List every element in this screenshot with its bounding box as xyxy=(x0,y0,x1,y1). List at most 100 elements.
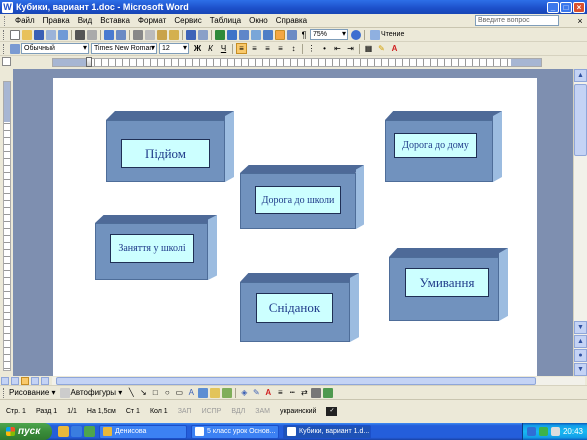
autoshapes-menu[interactable]: Автофигуры ▾ xyxy=(71,388,123,397)
research-icon[interactable] xyxy=(116,29,126,40)
status-ovr[interactable]: ЗАМ xyxy=(255,408,270,415)
language-indicator-icon[interactable] xyxy=(526,427,536,436)
folder-icon[interactable] xyxy=(58,426,69,437)
ruler-track[interactable] xyxy=(52,58,542,67)
help-question-input[interactable]: Введите вопрос xyxy=(475,15,559,26)
open-icon[interactable] xyxy=(22,29,32,40)
line-color-icon[interactable]: ✎ xyxy=(251,388,261,397)
styles-pane-icon[interactable] xyxy=(10,43,20,54)
word-app-icon[interactable]: W xyxy=(2,1,13,13)
block-doroha-do-domu[interactable]: Дорога до дому xyxy=(385,111,502,182)
print-icon[interactable] xyxy=(75,29,85,40)
line-icon[interactable]: ╲ xyxy=(126,388,136,397)
zoom-select[interactable]: 75% xyxy=(310,29,348,40)
spelling-status-icon[interactable]: ✓ xyxy=(326,407,338,416)
minimize-button[interactable]: _ xyxy=(547,1,559,13)
scroll-up-button[interactable]: ▲ xyxy=(574,69,587,82)
align-left-button[interactable]: ≡ xyxy=(236,43,247,54)
clock[interactable]: 20:43 xyxy=(563,427,583,436)
highlight-button[interactable]: ✎ xyxy=(376,43,387,54)
block-pidiom[interactable]: Підйом xyxy=(106,111,234,182)
menu-insert[interactable]: Вставка xyxy=(96,16,134,25)
print-preview-icon[interactable] xyxy=(87,29,97,40)
diagram-icon[interactable] xyxy=(198,387,209,398)
numbering-button[interactable]: ⋮ xyxy=(306,43,317,54)
decrease-indent-button[interactable]: ⇤ xyxy=(332,43,343,54)
wordart-icon[interactable]: A xyxy=(186,388,196,397)
block-label[interactable]: Умивання xyxy=(405,268,489,297)
task-button-denysova[interactable]: Денисова xyxy=(99,424,187,439)
copy-icon[interactable] xyxy=(145,29,155,40)
vertical-ruler-track[interactable] xyxy=(3,81,11,371)
vertical-scrollbar[interactable]: ▲ ▼ ▲ ● ▼ xyxy=(573,69,587,376)
columns-icon[interactable] xyxy=(263,29,273,40)
internet-explorer-icon[interactable] xyxy=(71,426,82,437)
paste-icon[interactable] xyxy=(157,29,167,40)
normal-view-button[interactable] xyxy=(1,376,9,385)
toolbar-grip[interactable] xyxy=(3,29,6,40)
drawing-menu[interactable]: Рисование ▾ xyxy=(9,388,56,397)
read-button[interactable]: Чтение xyxy=(369,29,404,40)
tab-selector[interactable] xyxy=(2,57,11,66)
next-page-button[interactable]: ▼ xyxy=(574,363,587,376)
close-button[interactable]: × xyxy=(573,1,585,13)
horizontal-scroll-thumb[interactable] xyxy=(56,376,536,385)
scroll-thumb[interactable] xyxy=(574,84,587,156)
drawing-icon[interactable] xyxy=(275,29,285,40)
toolbar-grip[interactable] xyxy=(3,43,6,54)
status-trk[interactable]: ИСПР xyxy=(202,408,222,415)
status-language[interactable]: украинский xyxy=(280,408,317,415)
menu-help[interactable]: Справка xyxy=(272,16,311,25)
insert-excel-icon[interactable] xyxy=(251,29,261,40)
font-select[interactable]: Times New Roman xyxy=(91,43,157,54)
maximize-button[interactable]: □ xyxy=(560,1,572,13)
horizontal-ruler[interactable] xyxy=(0,56,587,69)
block-umyvannia[interactable]: Умивання xyxy=(389,248,508,321)
style-select[interactable]: Обычный xyxy=(21,43,89,54)
text-box-icon[interactable]: ▭ xyxy=(174,388,184,397)
block-label[interactable]: Сніданок xyxy=(256,293,333,323)
borders-button[interactable]: ▦ xyxy=(363,43,374,54)
format-painter-icon[interactable] xyxy=(169,29,179,40)
line-style-icon[interactable]: ≡ xyxy=(275,388,285,397)
font-size-select[interactable]: 12 xyxy=(159,43,189,54)
menu-grip[interactable] xyxy=(4,15,7,26)
italic-button[interactable]: К xyxy=(205,43,216,54)
3d-style-icon[interactable] xyxy=(323,387,334,398)
media-player-icon[interactable] xyxy=(84,426,95,437)
menu-file[interactable]: Файл xyxy=(11,16,39,25)
new-document-icon[interactable] xyxy=(10,29,20,40)
print-layout-view-button[interactable] xyxy=(21,376,29,385)
email-icon[interactable] xyxy=(58,29,68,40)
status-rec[interactable]: ЗАП xyxy=(178,408,192,415)
help-icon[interactable] xyxy=(351,29,361,40)
font-color-icon[interactable]: A xyxy=(263,388,273,397)
shadow-icon[interactable] xyxy=(311,387,322,398)
menu-view[interactable]: Вид xyxy=(74,16,96,25)
dash-style-icon[interactable]: ┅ xyxy=(287,388,297,397)
undo-icon[interactable] xyxy=(186,29,196,40)
vertical-ruler[interactable] xyxy=(0,69,13,376)
block-label[interactable]: Підйом xyxy=(121,139,210,168)
task-button-lesson[interactable]: 5 класс урок Основ... xyxy=(191,424,279,439)
tables-borders-icon[interactable] xyxy=(227,29,237,40)
align-right-button[interactable]: ≡ xyxy=(262,43,273,54)
arrow-icon[interactable]: ↘ xyxy=(138,388,148,397)
block-label[interactable]: Дорога до школи xyxy=(255,186,341,214)
rectangle-icon[interactable]: □ xyxy=(150,388,160,397)
document-map-icon[interactable] xyxy=(287,29,297,40)
block-zaniattia[interactable]: Заняття у школі xyxy=(95,215,217,280)
save-icon[interactable] xyxy=(34,29,44,40)
clip-art-icon[interactable] xyxy=(210,387,221,398)
justify-button[interactable]: ≡ xyxy=(275,43,286,54)
increase-indent-button[interactable]: ⇥ xyxy=(345,43,356,54)
bullets-button[interactable]: • xyxy=(319,43,330,54)
permission-icon[interactable] xyxy=(46,29,56,40)
line-spacing-button[interactable]: ↕ xyxy=(288,43,299,54)
menu-window[interactable]: Окно xyxy=(245,16,272,25)
previous-page-button[interactable]: ▲ xyxy=(574,335,587,348)
font-color-button[interactable]: A xyxy=(389,43,400,54)
reading-layout-view-button[interactable] xyxy=(41,376,49,385)
menu-table[interactable]: Таблица xyxy=(206,16,245,25)
indent-marker[interactable] xyxy=(86,57,92,67)
